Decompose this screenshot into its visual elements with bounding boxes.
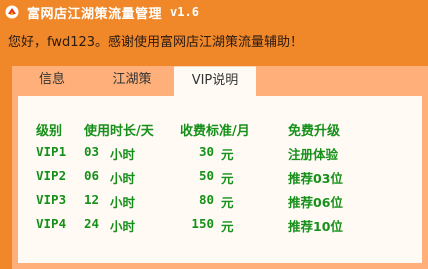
cell-level: VIP4 [36, 216, 67, 231]
cell-days-unit: 小时 [110, 171, 136, 186]
cell-upgrade: 注册体验 [288, 147, 339, 162]
cell-days-unit: 小时 [110, 195, 136, 210]
main-panel: 信息 江湖策 VIP说明 级别 使用时长/天 收费标准/月 免费升级 VIP1 … [12, 66, 428, 269]
header-price: 收费标准/月 [180, 124, 250, 139]
header-duration: 使用时长/天 [84, 124, 154, 139]
table-row: VIP2 06 小时 50 元 推荐03位 [18, 168, 422, 186]
header-upgrade: 免费升级 [288, 124, 341, 139]
window-title: 富网店江湖策流量管理 [27, 6, 163, 22]
header-level: 级别 [36, 124, 63, 139]
tab-bar: 信息 江湖策 VIP说明 [12, 66, 428, 99]
tab-info[interactable]: 信息 [12, 66, 92, 96]
cell-price: 50 [198, 168, 214, 183]
cell-currency: 元 [221, 195, 234, 210]
cell-currency: 元 [221, 147, 234, 162]
tab-vip-info[interactable]: VIP说明 [174, 66, 256, 99]
cell-upgrade: 推荐03位 [288, 171, 343, 186]
cell-price: 30 [198, 144, 214, 159]
table-header: 级别 使用时长/天 收费标准/月 免费升级 [18, 120, 422, 139]
cell-upgrade: 推荐10位 [288, 219, 343, 234]
app-logo-icon [5, 5, 19, 19]
cell-upgrade: 推荐06位 [288, 195, 343, 210]
cell-level: VIP2 [36, 168, 67, 183]
cell-currency: 元 [221, 219, 234, 234]
table-row: VIP4 24 小时 150 元 推荐10位 [18, 216, 422, 234]
table-row: VIP3 12 小时 80 元 推荐06位 [18, 192, 422, 210]
cell-currency: 元 [221, 171, 234, 186]
cell-days: 24 [84, 216, 100, 231]
vip-info-content: 级别 使用时长/天 收费标准/月 免费升级 VIP1 03 小时 30 元 注册… [18, 96, 422, 263]
title-bar: 富网店江湖策流量管理 v1.6 [0, 0, 428, 24]
cell-days: 06 [84, 168, 100, 183]
cell-days: 03 [84, 144, 100, 159]
cell-days-unit: 小时 [110, 219, 136, 234]
cell-level: VIP3 [36, 192, 67, 207]
cell-price: 80 [198, 192, 214, 207]
tab-jianghuce[interactable]: 江湖策 [92, 66, 172, 96]
greeting-text: 您好，fwd123。感谢使用富网店江湖策流量辅助！ [8, 35, 304, 50]
cell-days-unit: 小时 [110, 147, 136, 162]
cell-level: VIP1 [36, 144, 67, 159]
cell-price: 150 [191, 216, 214, 231]
version-label: v1.6 [170, 5, 199, 19]
table-row: VIP1 03 小时 30 元 注册体验 [18, 144, 422, 162]
cell-days: 12 [84, 192, 100, 207]
